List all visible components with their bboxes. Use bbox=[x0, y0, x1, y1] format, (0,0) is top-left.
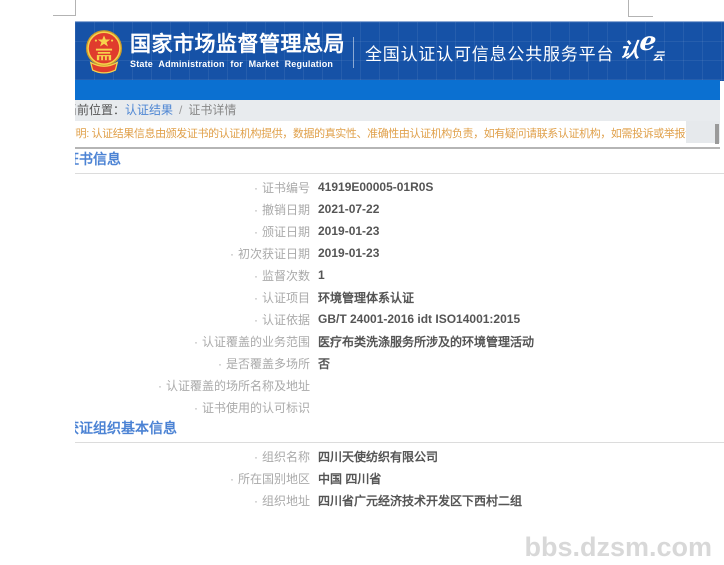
detail-label: · 认证覆盖的业务范围 bbox=[193, 334, 310, 349]
certificate-detail-page: 国家市场监督管理总局 State Administration for Mark… bbox=[0, 0, 724, 565]
bullet-icon: · bbox=[229, 246, 234, 261]
detail-value: 否 bbox=[318, 356, 331, 371]
platform-name: 全国认证认可信息公共服务平台 bbox=[365, 45, 615, 64]
detail-label: · 证书编号 bbox=[253, 180, 310, 195]
bullet-icon: · bbox=[217, 356, 222, 371]
detail-value: 1 bbox=[318, 268, 325, 282]
detail-value: 医疗布类洗涤服务所涉及的环境管理活动 bbox=[318, 334, 535, 349]
ren-e-yun-logo-icon: 认e云 bbox=[618, 27, 665, 63]
detail-row: · 组织地址 四川省广元经济技术开发区下西村二组 bbox=[75, 489, 724, 511]
breadcrumb-link-certification-results[interactable]: 认证结果 bbox=[125, 103, 173, 117]
org-name-en: State Administration for Market Regulati… bbox=[130, 59, 334, 69]
detail-label: · 颁证日期 bbox=[253, 224, 310, 239]
section-title: 获证组织基本信息 bbox=[75, 420, 724, 443]
detail-label: · 是否覆盖多场所 bbox=[217, 356, 310, 371]
detail-row: · 颁证日期 2019-01-23 bbox=[75, 220, 724, 242]
detail-row: · 认证覆盖的业务范围 医疗布类洗涤服务所涉及的环境管理活动 bbox=[75, 330, 724, 352]
cropped-box-corner-right bbox=[628, 0, 653, 17]
detail-row: · 认证依据 GB/T 24001-2016 idt ISO14001:2015 bbox=[75, 308, 724, 330]
bullet-icon: · bbox=[229, 471, 234, 486]
cropped-box-corner-left bbox=[53, 0, 76, 16]
detail-label: · 初次获证日期 bbox=[229, 246, 310, 261]
detail-row: · 撤销日期 2021-07-22 bbox=[75, 198, 724, 220]
detail-label: · 认证项目 bbox=[253, 290, 310, 305]
site-header: 国家市场监督管理总局 State Administration for Mark… bbox=[75, 21, 724, 81]
breadcrumb-separator: / bbox=[179, 103, 183, 117]
scrollbar-thumb[interactable] bbox=[715, 124, 719, 144]
detail-label: · 组织名称 bbox=[253, 449, 310, 464]
detail-label: · 认证依据 bbox=[253, 312, 310, 327]
bullet-icon: · bbox=[253, 493, 258, 508]
header-divider bbox=[353, 37, 354, 68]
info-section: 证书信息 ·证书编号 41919E00005-01R0S ·撤销日期 2021-… bbox=[75, 151, 724, 418]
breadcrumb-current: 证书详情 bbox=[188, 103, 237, 117]
detail-row: · 认证覆盖的场所名称及地址 bbox=[75, 374, 724, 396]
bullet-icon: · bbox=[253, 290, 258, 305]
detail-value: 中国 四川省 bbox=[318, 471, 382, 486]
detail-row: · 证书使用的认可标识 bbox=[75, 396, 724, 418]
bullet-icon: · bbox=[253, 224, 258, 239]
detail-row: · 认证项目 环境管理体系认证 bbox=[75, 286, 724, 308]
detail-value: 41919E00005-01R0S bbox=[318, 180, 434, 194]
bullet-icon: · bbox=[253, 268, 258, 283]
detail-label: · 证书使用的认可标识 bbox=[193, 400, 310, 415]
bullet-icon: · bbox=[253, 202, 258, 217]
section-title: 证书信息 bbox=[75, 151, 724, 174]
section-rows: · 证书编号 41919E00005-01R0S · 撤销日期 2021-07-22… bbox=[75, 176, 724, 418]
detail-value: 2019-01-23 bbox=[318, 246, 380, 260]
bullet-icon: · bbox=[193, 334, 198, 349]
detail-row: · 是否覆盖多场所 否 bbox=[75, 352, 724, 374]
org-title: 国家市场监督管理总局 State Administration for Mark… bbox=[130, 33, 345, 69]
org-name-cn: 国家市场监督管理总局 bbox=[130, 33, 345, 56]
detail-row: · 监督次数 1 bbox=[75, 264, 724, 286]
detail-value: 2021-07-22 bbox=[318, 202, 380, 216]
bullet-icon: · bbox=[253, 449, 258, 464]
detail-label: · 监督次数 bbox=[253, 268, 310, 283]
disclaimer-text: 声明: 认证结果信息由颁发证书的认证机构提供，数据的真实性、准确性由认证机构负责… bbox=[75, 128, 720, 140]
detail-value: 四川天使纺织有限公司 bbox=[318, 449, 439, 464]
info-section: 获证组织基本信息 · 组织名称 四川天使纺织有限公司 · 所在国别地区 中国 四川省… bbox=[75, 420, 724, 511]
main-navbar bbox=[75, 80, 720, 100]
detail-label: · 所在国别地区 bbox=[229, 471, 310, 486]
forum-watermark: bbs.dzsm.com bbox=[524, 532, 712, 562]
bullet-icon: · bbox=[253, 180, 258, 195]
detail-value: 2019-01-23 bbox=[318, 224, 380, 238]
bullet-icon: · bbox=[253, 312, 258, 327]
detail-value: GB/T 24001-2016 idt ISO14001:2015 bbox=[318, 312, 521, 326]
detail-row: · 组织名称 四川天使纺织有限公司 bbox=[75, 445, 724, 467]
bullet-icon: · bbox=[193, 400, 198, 415]
detail-value: 环境管理体系认证 bbox=[318, 290, 415, 305]
section-rows: · 组织名称 四川天使纺织有限公司 · 所在国别地区 中国 四川省 · 组织地址 四川… bbox=[75, 445, 724, 511]
disclaimer-bar: 声明: 认证结果信息由颁发证书的认证机构提供，数据的真实性、准确性由认证机构负责… bbox=[75, 121, 720, 149]
detail-label: · 组织地址 bbox=[253, 493, 310, 508]
certificate-detail-content: 证书信息 ·证书编号 41919E00005-01R0S ·撤销日期 2021-… bbox=[75, 149, 724, 511]
breadcrumb-prefix: 当前位置： bbox=[75, 103, 126, 117]
detail-label: · 撤销日期 bbox=[253, 202, 310, 217]
breadcrumb: 当前位置：认证结果 / 证书详情 bbox=[75, 100, 720, 121]
national-emblem-icon bbox=[85, 30, 123, 74]
bullet-icon: · bbox=[157, 378, 162, 393]
detail-row: · 所在国别地区 中国 四川省 bbox=[75, 467, 724, 489]
detail-row: · 证书编号 41919E00005-01R0S bbox=[75, 176, 724, 198]
detail-label: · 认证覆盖的场所名称及地址 bbox=[157, 378, 310, 393]
detail-value: 四川省广元经济技术开发区下西村二组 bbox=[318, 493, 523, 508]
detail-row: · 初次获证日期 2019-01-23 bbox=[75, 242, 724, 264]
